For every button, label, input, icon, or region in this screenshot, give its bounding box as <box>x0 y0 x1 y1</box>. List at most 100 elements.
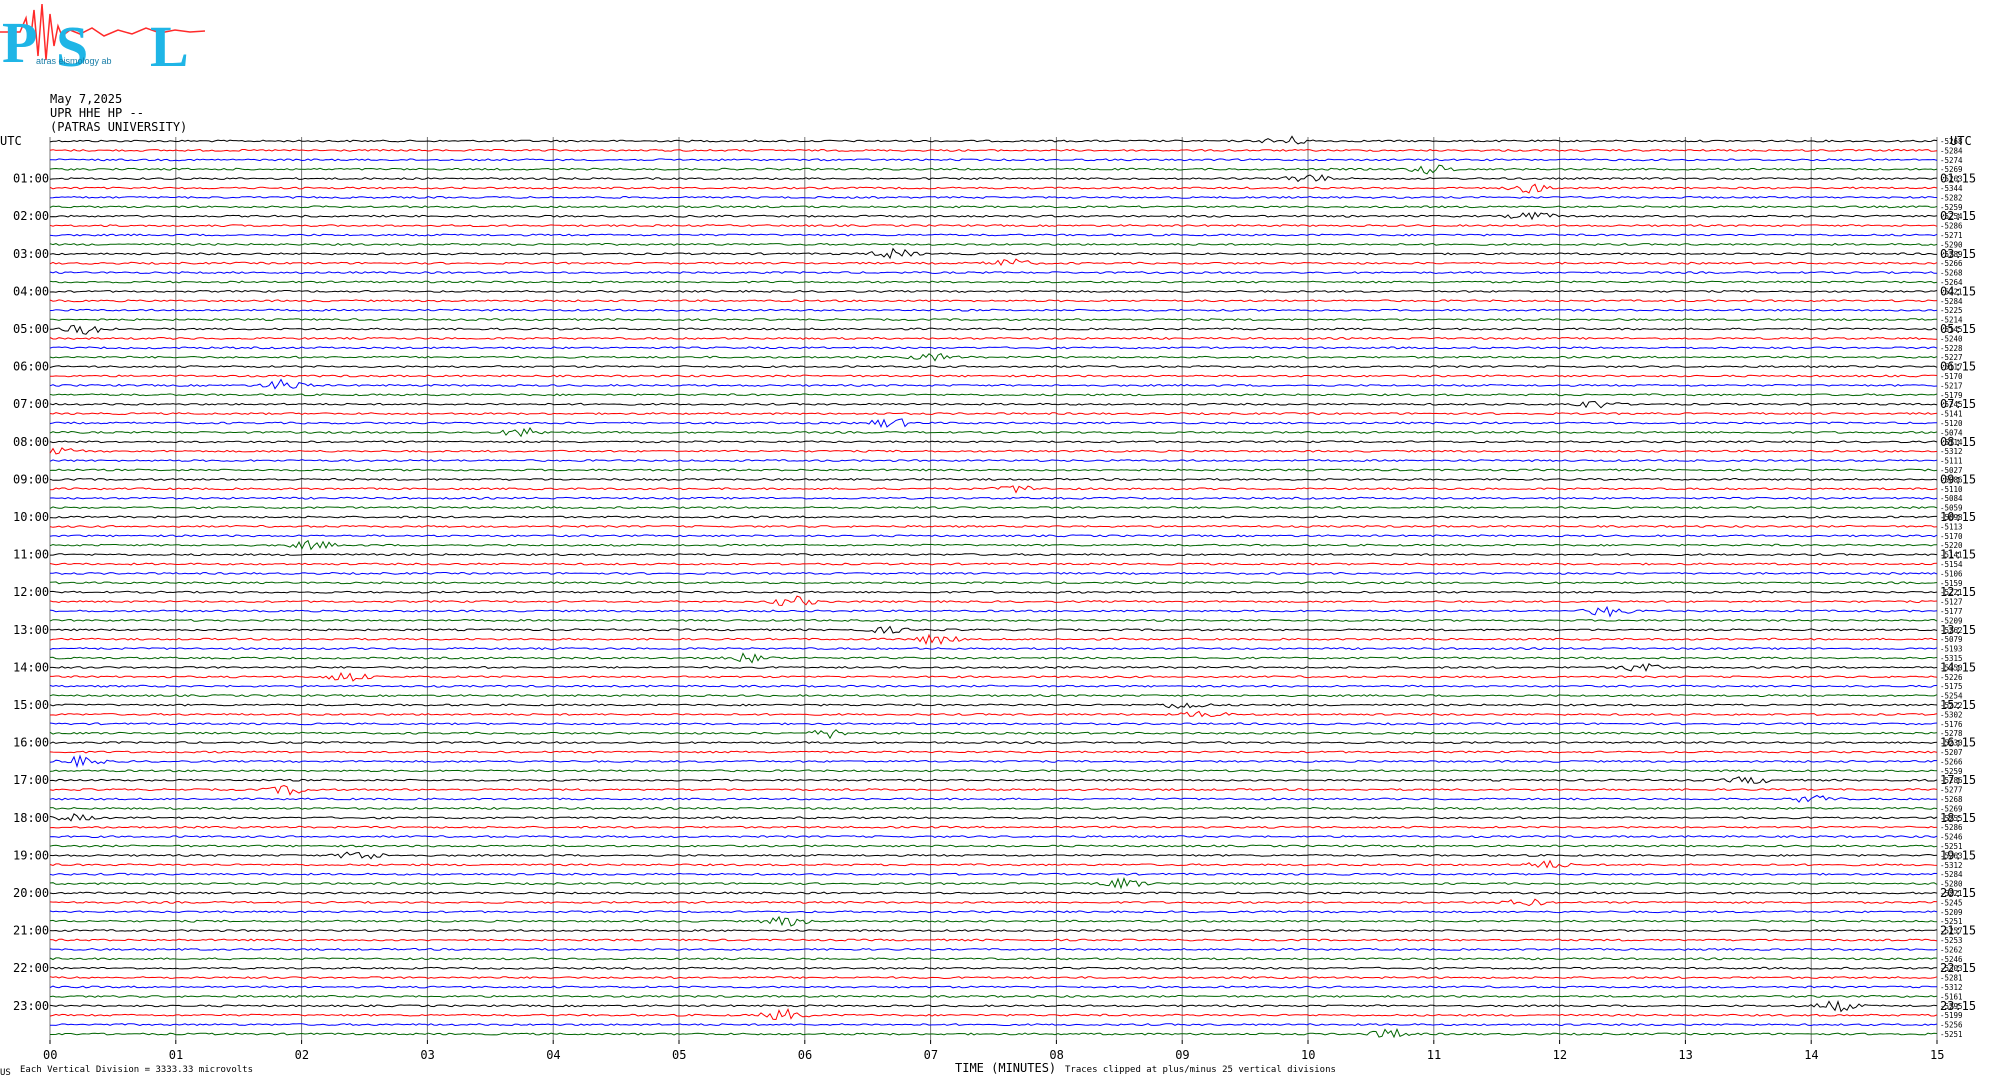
footer-left-mark: US <box>0 1068 11 1078</box>
hour-label-left: 10:00 <box>13 510 49 524</box>
hour-label-left: 01:00 <box>13 172 49 186</box>
seismic-trace <box>49 148 1938 152</box>
seismic-trace <box>50 158 1938 162</box>
hour-label-right: 18:15 <box>1940 811 1976 825</box>
hour-label-left: 15:00 <box>13 698 49 712</box>
seismic-trace <box>50 663 1938 672</box>
seismic-trace <box>49 813 1938 822</box>
seismic-trace <box>49 825 1938 829</box>
hour-label-left: 07:00 <box>13 397 49 411</box>
trace-offset-label: -5228 <box>1940 344 1963 353</box>
seismic-trace <box>49 851 1938 860</box>
hour-label-left: 16:00 <box>13 736 49 750</box>
hour-label-right: 22:15 <box>1940 961 1976 975</box>
seismic-trace <box>49 957 1938 961</box>
hour-label-right: 16:15 <box>1940 736 1976 750</box>
seismic-trace <box>49 999 1938 1013</box>
seismic-trace <box>49 515 1937 519</box>
seismic-trace <box>49 844 1938 848</box>
x-tick-label: 14 <box>1804 1048 1818 1062</box>
seismic-trace <box>49 164 1938 175</box>
trace-offset-label: -5312 <box>1940 983 1963 992</box>
x-tick-label: 10 <box>1301 1048 1315 1062</box>
x-tick-label: 07 <box>924 1048 938 1062</box>
seismic-trace <box>49 647 1938 651</box>
x-tick-label: 03 <box>420 1048 434 1062</box>
seismic-trace <box>49 859 1938 869</box>
seismic-trace <box>49 211 1938 221</box>
hour-label-left: 19:00 <box>13 848 49 862</box>
hour-label-left: 22:00 <box>13 961 49 975</box>
x-tick-label: 05 <box>672 1048 686 1062</box>
seismic-traces <box>49 135 1938 1039</box>
trace-offset-label: -5193 <box>1940 645 1963 654</box>
seismic-trace <box>49 459 1938 463</box>
seismic-trace <box>50 1023 1938 1027</box>
seismic-trace <box>49 684 1938 688</box>
hour-label-right: 10:15 <box>1940 510 1976 524</box>
hour-label-right: 01:15 <box>1940 172 1976 186</box>
seismic-trace <box>49 618 1938 622</box>
seismic-trace <box>49 506 1938 510</box>
trace-offset-label: -5111 <box>1940 457 1963 466</box>
seismic-trace <box>49 1007 1938 1021</box>
trace-offset-label: -5284 <box>1940 870 1963 879</box>
seismic-trace <box>49 590 1938 594</box>
hour-label-left: 23:00 <box>13 999 49 1013</box>
trace-offset-label: -5177 <box>1940 607 1963 616</box>
x-tick-label: 12 <box>1553 1048 1567 1062</box>
seismic-trace <box>49 174 1938 183</box>
hour-label-left: 14:00 <box>13 660 49 674</box>
seismic-trace <box>49 289 1938 293</box>
hour-label-left: 21:00 <box>13 924 49 938</box>
seismic-trace <box>49 412 1938 416</box>
x-tick-label: 00 <box>43 1048 57 1062</box>
helicorder-plot: -5268-5284-5274-5269-5263-5344-5282-5259… <box>0 134 1976 1075</box>
seismic-trace <box>50 553 1938 557</box>
seismic-trace <box>49 378 1938 390</box>
seismic-trace <box>49 242 1938 246</box>
hour-label-left: 05:00 <box>13 322 49 336</box>
hour-label-left: 17:00 <box>13 773 49 787</box>
trace-offset-label: -5256 <box>1940 1021 1963 1030</box>
hour-label-right: 13:15 <box>1940 623 1976 637</box>
seismic-trace <box>49 477 1938 481</box>
hour-label-right: 08:15 <box>1940 435 1976 449</box>
hour-label-right: 07:15 <box>1940 397 1976 411</box>
trace-offset-label: -5170 <box>1940 532 1963 541</box>
hour-label-right: 23:15 <box>1940 999 1976 1013</box>
trace-offset-label: -5225 <box>1940 306 1963 315</box>
trace-offset-label: -5217 <box>1940 381 1963 390</box>
seismic-trace <box>49 891 1938 895</box>
seismic-trace <box>49 539 1937 551</box>
hour-label-right: 04:15 <box>1940 284 1976 298</box>
seismic-trace <box>49 929 1938 933</box>
seismic-trace <box>49 776 1938 784</box>
hour-label-left: 11:00 <box>13 548 49 562</box>
utc-label-right: UTC <box>1950 134 1972 148</box>
seismic-trace <box>49 496 1938 500</box>
axis-labels: -5268-5284-5274-5269-5263-5344-5282-5259… <box>0 134 1976 1075</box>
seismic-trace <box>49 440 1938 444</box>
seismic-trace <box>49 447 1938 455</box>
trace-offset-label: -5209 <box>1940 908 1963 917</box>
seismic-trace <box>49 418 1938 429</box>
seismic-trace <box>49 427 1938 438</box>
seismic-trace <box>49 754 1938 769</box>
seismic-trace <box>49 835 1938 839</box>
seismic-trace <box>49 183 1938 194</box>
seismic-trace <box>49 806 1938 810</box>
hour-label-right: 02:15 <box>1940 209 1976 223</box>
seismic-trace <box>49 534 1938 538</box>
x-tick-label: 01 <box>169 1048 183 1062</box>
seismic-trace <box>49 308 1938 312</box>
seismic-trace <box>50 671 1938 682</box>
seismic-trace <box>49 915 1938 927</box>
seismic-trace <box>49 280 1938 284</box>
trace-offset-label: -5176 <box>1940 720 1963 729</box>
hour-label-right: 20:15 <box>1940 886 1976 900</box>
x-tick-label: 08 <box>1049 1048 1063 1062</box>
seismic-trace <box>50 1027 1938 1039</box>
hour-label-left: 06:00 <box>13 360 49 374</box>
x-tick-label: 04 <box>546 1048 560 1062</box>
